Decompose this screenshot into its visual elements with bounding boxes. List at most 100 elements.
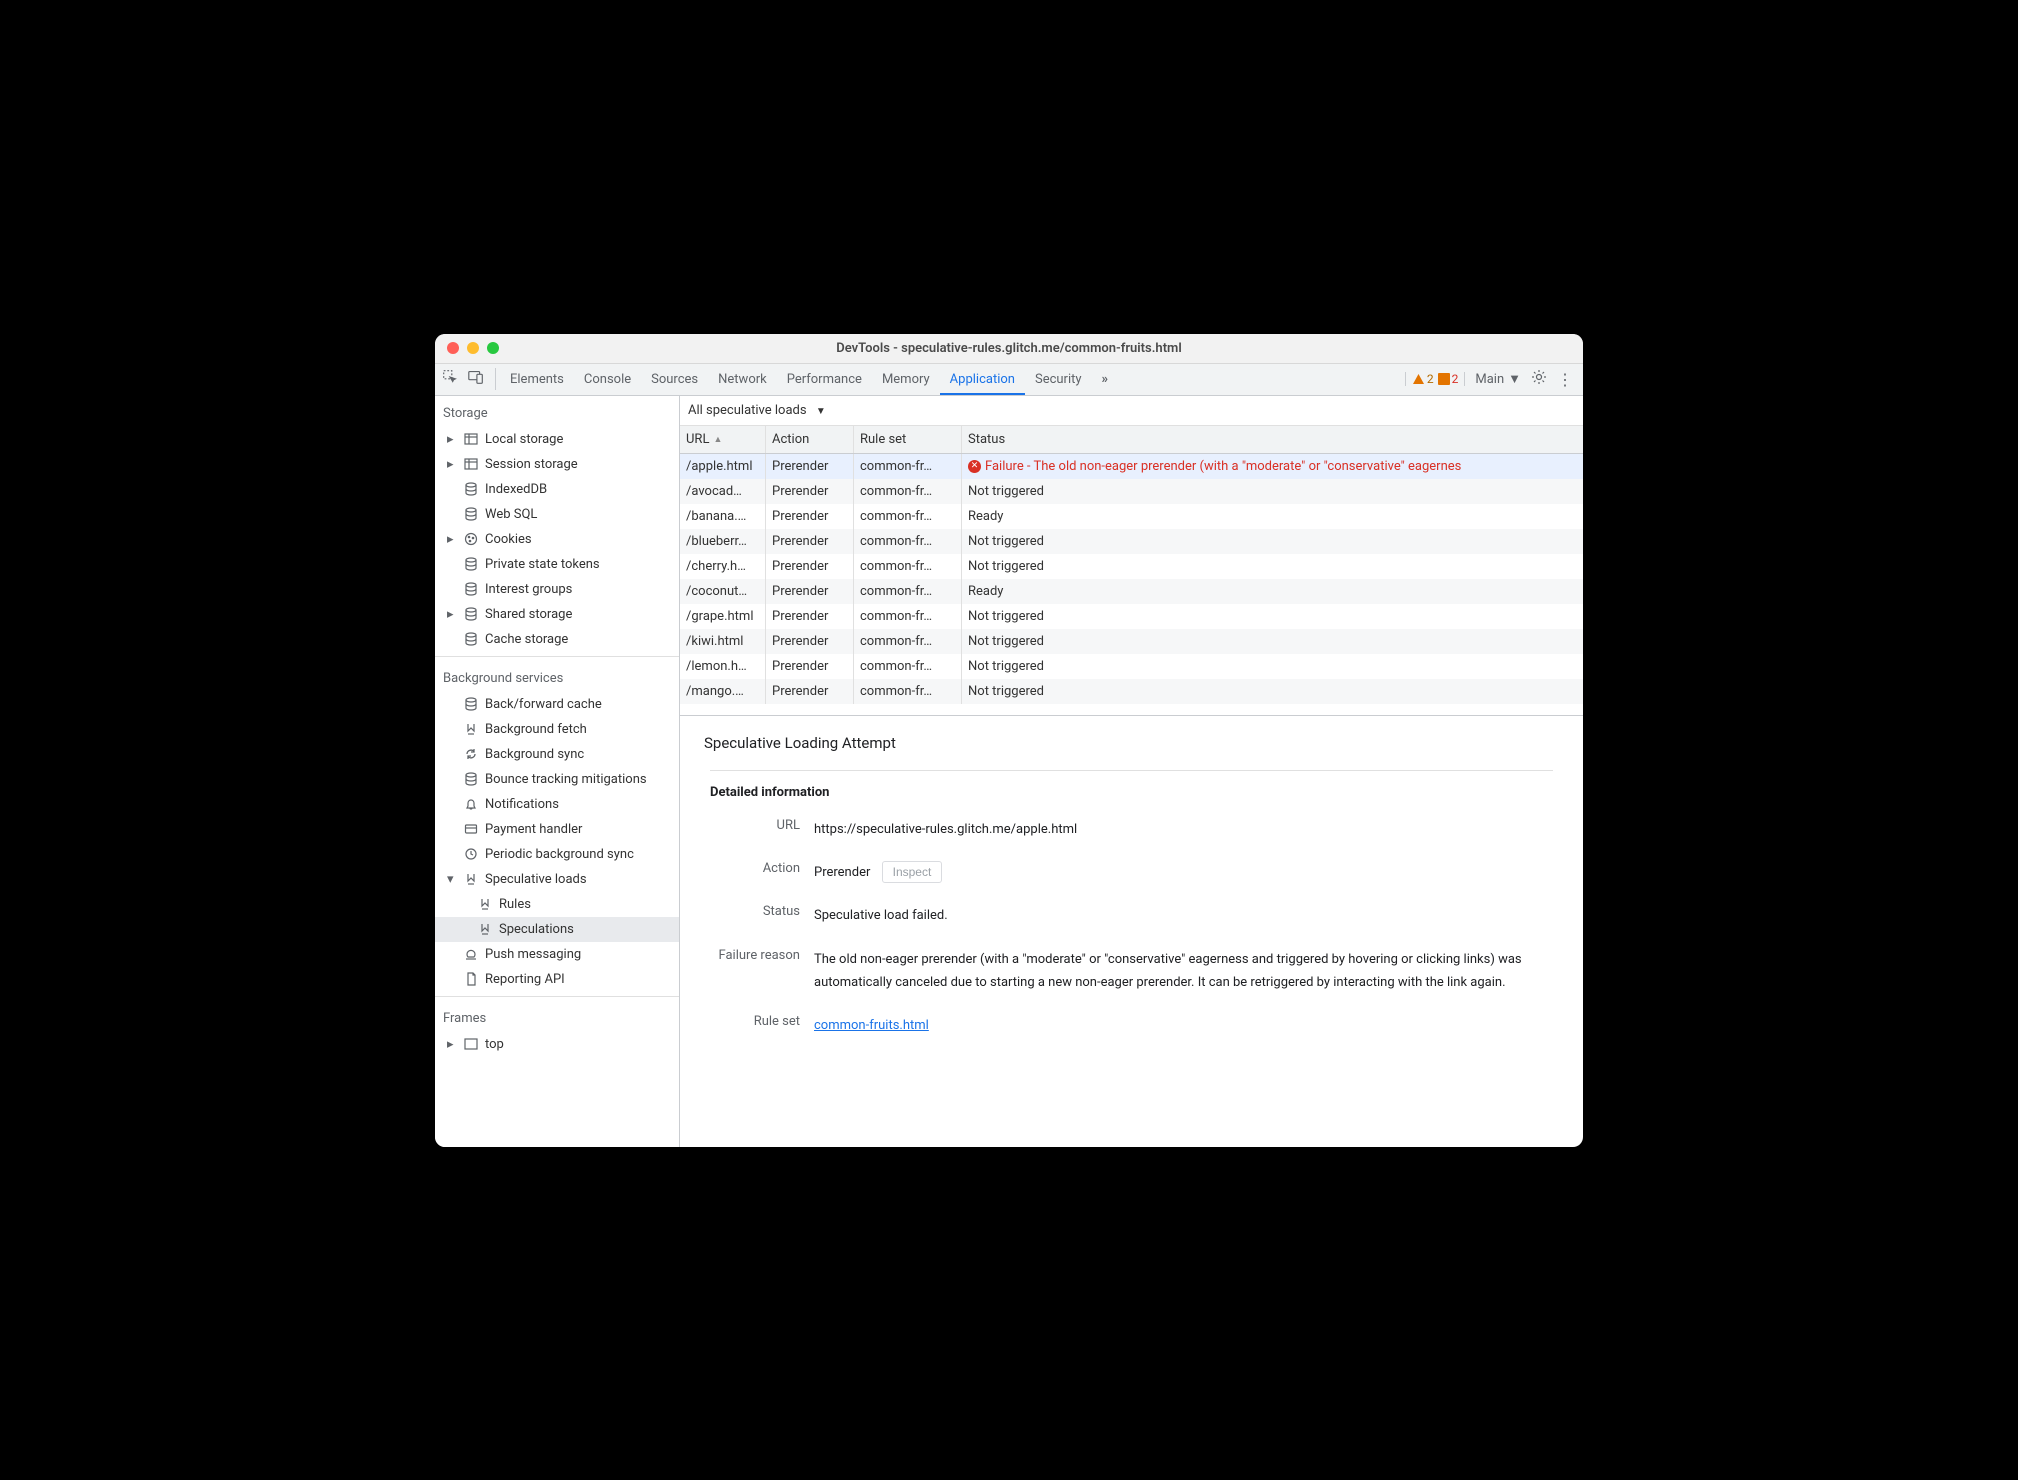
service-icon	[463, 746, 479, 762]
error-icon: ✕	[968, 460, 981, 473]
warnings-badge[interactable]: 2	[1412, 372, 1434, 386]
sidebar-item-shared-storage[interactable]: ▸Shared storage	[435, 602, 679, 627]
sidebar-item-periodic-background-sync[interactable]: Periodic background sync	[435, 842, 679, 867]
tab-sources[interactable]: Sources	[641, 364, 708, 395]
sidebar-item-background-fetch[interactable]: Background fetch	[435, 717, 679, 742]
col-header-action[interactable]: Action	[766, 426, 854, 453]
target-selector[interactable]: Main ▼	[1475, 371, 1521, 387]
sidebar-item-speculations[interactable]: Speculations	[435, 917, 679, 942]
detail-value-action: Prerender Inspect	[814, 861, 1559, 884]
settings-icon[interactable]	[1531, 369, 1547, 389]
sidebar-item-label: Shared storage	[485, 607, 572, 622]
chevron-down-icon: ▼	[816, 406, 826, 417]
sidebar-item-speculative-loads[interactable]: ▾Speculative loads	[435, 867, 679, 892]
sidebar-item-push-messaging[interactable]: Push messaging	[435, 942, 679, 967]
cell-url: /cherry.h…	[680, 554, 766, 579]
sidebar-item-notifications[interactable]: Notifications	[435, 792, 679, 817]
frames-section-header: Frames	[435, 1001, 679, 1032]
errors-badge[interactable]: 2	[1438, 372, 1459, 386]
sidebar-item-top-frame[interactable]: ▸ top	[435, 1032, 679, 1057]
table-row[interactable]: /avocad… Prerender common-fr… Not trigge…	[680, 479, 1583, 504]
window-title: DevTools - speculative-rules.glitch.me/c…	[435, 341, 1583, 356]
sidebar-item-interest-groups[interactable]: Interest groups	[435, 577, 679, 602]
cell-url: /apple.html	[680, 454, 766, 479]
more-menu-icon[interactable]: ⋮	[1557, 370, 1573, 389]
storage-icon	[463, 606, 479, 622]
table-row[interactable]: /grape.html Prerender common-fr… Not tri…	[680, 604, 1583, 629]
detail-label-action: Action	[704, 861, 800, 884]
detail-label-url: URL	[704, 818, 800, 841]
cell-ruleset: common-fr…	[854, 454, 962, 479]
tab-security[interactable]: Security	[1025, 364, 1092, 395]
minimize-window-button[interactable]	[467, 342, 479, 354]
table-row[interactable]: /coconut… Prerender common-fr… Ready	[680, 579, 1583, 604]
sidebar-item-label: Push messaging	[485, 947, 581, 962]
storage-icon	[463, 531, 479, 547]
cell-status: Not triggered	[962, 654, 1583, 679]
cell-status: Not triggered	[962, 629, 1583, 654]
tab-memory[interactable]: Memory	[872, 364, 940, 395]
detail-label-ruleset: Rule set	[704, 1014, 800, 1037]
service-icon	[477, 921, 493, 937]
sidebar-item-local-storage[interactable]: ▸ Local storage	[435, 427, 679, 452]
sidebar-item-session-storage[interactable]: ▸Session storage	[435, 452, 679, 477]
sidebar-item-reporting-api[interactable]: Reporting API	[435, 967, 679, 992]
service-icon	[463, 971, 479, 987]
tab-console[interactable]: Console	[574, 364, 641, 395]
sidebar-item-back-forward-cache[interactable]: Back/forward cache	[435, 692, 679, 717]
table-row[interactable]: /cherry.h… Prerender common-fr… Not trig…	[680, 554, 1583, 579]
table-row[interactable]: /blueberr… Prerender common-fr… Not trig…	[680, 529, 1583, 554]
detail-subtitle: Detailed information	[710, 770, 1553, 800]
detail-section: Speculative Loading Attempt Detailed inf…	[680, 716, 1583, 1147]
sidebar-item-label: Payment handler	[485, 822, 582, 837]
sidebar-item-bounce-tracking-mitigations[interactable]: Bounce tracking mitigations	[435, 767, 679, 792]
cell-action: Prerender	[766, 579, 854, 604]
tab-network[interactable]: Network	[708, 364, 777, 395]
table-row[interactable]: /lemon.h… Prerender common-fr… Not trigg…	[680, 654, 1583, 679]
sidebar-item-label: Back/forward cache	[485, 697, 602, 712]
filter-dropdown[interactable]: All speculative loads ▼	[688, 403, 826, 418]
service-icon	[463, 696, 479, 712]
cell-status: Not triggered	[962, 479, 1583, 504]
col-header-ruleset[interactable]: Rule set	[854, 426, 962, 453]
sidebar-item-payment-handler[interactable]: Payment handler	[435, 817, 679, 842]
more-tabs-icon[interactable]: »	[1092, 364, 1119, 395]
ruleset-link[interactable]: common-fruits.html	[814, 1018, 929, 1033]
close-window-button[interactable]	[447, 342, 459, 354]
sidebar-item-cache-storage[interactable]: Cache storage	[435, 627, 679, 652]
table-row[interactable]: /mango.… Prerender common-fr… Not trigge…	[680, 679, 1583, 704]
col-header-url[interactable]: URL ▲	[680, 426, 766, 453]
cell-status: Not triggered	[962, 604, 1583, 629]
sidebar-item-label: Speculative loads	[485, 872, 587, 887]
service-icon	[463, 946, 479, 962]
device-toolbar-icon[interactable]	[467, 368, 485, 390]
storage-icon	[463, 631, 479, 647]
table-row[interactable]: /banana.… Prerender common-fr… Ready	[680, 504, 1583, 529]
sidebar-item-web-sql[interactable]: Web SQL	[435, 502, 679, 527]
tab-performance[interactable]: Performance	[777, 364, 872, 395]
tab-application[interactable]: Application	[940, 364, 1025, 395]
sidebar-item-private-state-tokens[interactable]: Private state tokens	[435, 552, 679, 577]
inspect-button[interactable]: Inspect	[882, 861, 943, 883]
sidebar-item-background-sync[interactable]: Background sync	[435, 742, 679, 767]
chevron-right-icon: ▸	[447, 532, 457, 547]
cell-action: Prerender	[766, 504, 854, 529]
chevron-right-icon: ▸	[447, 432, 457, 447]
table-header: URL ▲ Action Rule set Status	[680, 426, 1583, 454]
table-row[interactable]: /kiwi.html Prerender common-fr… Not trig…	[680, 629, 1583, 654]
col-header-status[interactable]: Status	[962, 426, 1583, 453]
inspect-element-icon[interactable]	[441, 368, 459, 390]
sidebar-item-indexeddb[interactable]: IndexedDB	[435, 477, 679, 502]
sidebar-item-label: Local storage	[485, 432, 563, 447]
tab-elements[interactable]: Elements	[500, 364, 574, 395]
maximize-window-button[interactable]	[487, 342, 499, 354]
issues-badges[interactable]: 2 2	[1405, 372, 1466, 386]
table-row[interactable]: /apple.html Prerender common-fr… ✕Failur…	[680, 454, 1583, 479]
sidebar-item-cookies[interactable]: ▸Cookies	[435, 527, 679, 552]
sidebar-item-rules[interactable]: Rules	[435, 892, 679, 917]
cell-ruleset: common-fr…	[854, 554, 962, 579]
cell-ruleset: common-fr…	[854, 679, 962, 704]
service-icon	[463, 871, 479, 887]
table-body: /apple.html Prerender common-fr… ✕Failur…	[680, 454, 1583, 715]
sidebar-item-label: Web SQL	[485, 507, 537, 522]
